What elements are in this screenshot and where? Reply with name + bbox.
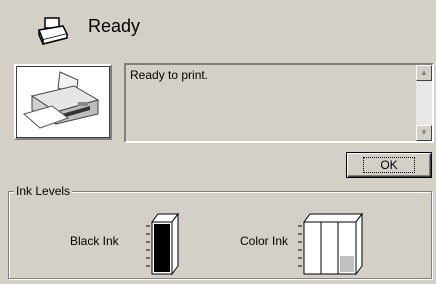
printer-status-icon [35, 14, 71, 50]
ink-levels-legend: Ink Levels [14, 184, 73, 198]
printer-image [14, 64, 112, 140]
scroll-down-button[interactable]: ▼ [416, 125, 432, 141]
black-ink-gauge [144, 212, 180, 276]
color-ink-label: Color Ink [240, 234, 289, 248]
black-ink-label: Black Ink [70, 234, 119, 248]
message-text: Ready to print. [130, 68, 209, 82]
ok-button-label: OK [363, 157, 415, 173]
status-title: Ready [88, 16, 141, 36]
message-box[interactable]: Ready to print. ▲ ▼ [124, 63, 434, 143]
scroll-up-button[interactable]: ▲ [416, 65, 432, 81]
color-ink-level-fill-2 [323, 224, 337, 272]
arrow-up-icon: ▲ [420, 68, 428, 77]
color-ink-gauge [296, 212, 366, 276]
color-ink-level-fill-1 [306, 224, 320, 272]
ok-button[interactable]: OK [346, 152, 432, 178]
color-ink-level-fill-3 [340, 256, 354, 272]
arrow-down-icon: ▼ [420, 128, 428, 137]
vertical-scrollbar[interactable]: ▲ ▼ [416, 65, 432, 141]
black-ink-level-fill [154, 224, 170, 272]
